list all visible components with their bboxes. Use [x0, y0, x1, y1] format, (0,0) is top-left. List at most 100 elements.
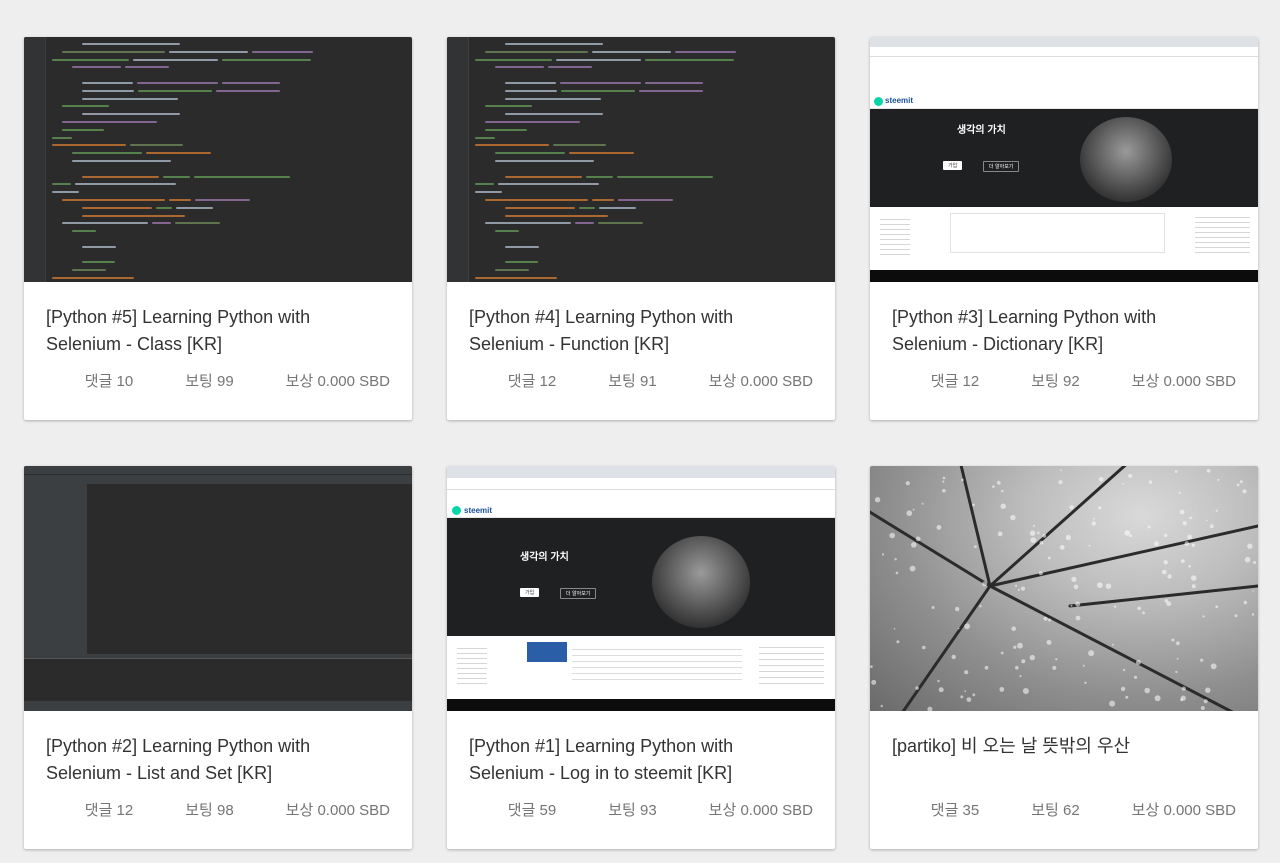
steemit-logo-icon	[874, 97, 883, 106]
rain-drop	[1093, 517, 1095, 520]
comment-count: 댓글 12	[930, 373, 980, 390]
steemit-logo-icon	[452, 506, 461, 515]
rain-drop	[1109, 700, 1116, 707]
post-card[interactable]: steemit 생각의 가치 가입 더 알아보기 [Python #3] Lea…	[870, 37, 1258, 420]
code-line	[618, 199, 673, 201]
post-thumbnail[interactable]	[447, 37, 835, 282]
rain-drop	[1252, 590, 1254, 592]
code-line	[62, 50, 165, 53]
code-line	[505, 43, 603, 45]
vote-count: 보팅 91	[608, 373, 657, 390]
rain-drop	[1200, 658, 1204, 662]
reward-amount: 보상 0.000 SBD	[708, 802, 813, 819]
code-line	[485, 121, 580, 123]
rain-drop	[894, 558, 897, 561]
umbrella-rib	[959, 466, 992, 588]
post-title[interactable]: [Python #4] Learning Python with Seleniu…	[447, 282, 835, 370]
rain-drop	[1244, 556, 1251, 563]
post-card[interactable]: [Python #2] Learning Python with Seleniu…	[24, 466, 412, 849]
rain-drop	[1176, 641, 1180, 646]
rain-drop	[1135, 659, 1141, 665]
rain-drop	[1039, 540, 1044, 545]
rain-drop	[1059, 545, 1065, 550]
rain-drop	[906, 510, 913, 516]
rain-drop	[972, 693, 976, 697]
code-line	[62, 105, 109, 108]
code-line	[475, 191, 502, 194]
post-card[interactable]: [Python #4] Learning Python with Seleniu…	[447, 37, 835, 420]
rain-drop	[1174, 470, 1178, 473]
rain-drop	[1096, 582, 1103, 588]
code-line	[553, 144, 606, 147]
post-stats: 댓글 12 보팅 91 보상 0.000 SBD	[447, 370, 835, 420]
rain-drop	[1239, 480, 1243, 484]
code-line	[485, 128, 527, 131]
steemit-logo-text: steemit	[464, 506, 493, 515]
steemit-feed	[447, 636, 835, 699]
code-line	[495, 230, 519, 233]
code-line	[82, 82, 133, 84]
rain-drop	[1122, 482, 1124, 485]
post-thumbnail[interactable]	[24, 466, 412, 711]
post-thumbnail[interactable]	[870, 466, 1258, 711]
rain-drop	[1048, 618, 1052, 622]
rain-drop	[927, 706, 933, 711]
rain-drop	[1176, 657, 1179, 660]
rain-drop	[1060, 469, 1062, 472]
browser-tabbar	[447, 466, 835, 478]
rain-drop	[1029, 654, 1035, 661]
code-line	[72, 230, 96, 233]
code-line	[505, 261, 538, 264]
rain-drop	[1120, 686, 1126, 692]
steemit-navbar: steemit	[870, 93, 1258, 109]
post-stats: 댓글 59 보팅 93 보상 0.000 SBD	[447, 799, 835, 849]
ide-console	[24, 658, 412, 701]
post-card[interactable]: [Python #5] Learning Python with Seleniu…	[24, 37, 412, 420]
rain-drop	[1206, 469, 1211, 473]
post-thumbnail[interactable]: steemit 생각의 가치 가입 더 알아보기	[870, 37, 1258, 282]
rain-drop	[1163, 560, 1168, 565]
code-line	[82, 175, 159, 178]
code-line	[475, 183, 494, 186]
rain-drop	[909, 565, 916, 572]
post-title[interactable]: [Python #5] Learning Python with Seleniu…	[24, 282, 412, 370]
code-line	[485, 105, 532, 108]
code-line	[152, 222, 171, 225]
post-title[interactable]: [partiko] 비 오는 날 뜻밖의 우산	[870, 711, 1258, 799]
code-line	[52, 183, 71, 186]
rain-drop	[1071, 576, 1077, 582]
post-title[interactable]: [Python #1] Learning Python with Seleniu…	[447, 711, 835, 799]
code-line	[569, 152, 634, 155]
rain-drop	[871, 679, 877, 685]
code-line	[505, 214, 608, 217]
post-thumbnail[interactable]: steemit 생각의 가치 가입 더 알아보기	[447, 466, 835, 711]
rain-drop	[1206, 519, 1208, 522]
reward-amount: 보상 0.000 SBD	[708, 373, 813, 390]
rain-drop	[1017, 588, 1020, 591]
code-line	[475, 58, 552, 61]
post-card[interactable]: [partiko] 비 오는 날 뜻밖의 우산 댓글 35 보팅 62 보상 0…	[870, 466, 1258, 849]
code-line	[505, 97, 601, 100]
code-gutter	[447, 37, 469, 282]
code-line	[72, 152, 142, 155]
steemit-hero: 생각의 가치 가입 더 알아보기	[447, 518, 835, 636]
rain-drop	[1084, 681, 1087, 684]
code-line	[52, 58, 129, 61]
rain-drop	[1015, 665, 1019, 670]
code-line	[505, 175, 582, 178]
rain-drop	[1001, 489, 1004, 493]
code-line	[485, 199, 588, 201]
reward-amount: 보상 0.000 SBD	[285, 373, 390, 390]
umbrella-rib	[1068, 584, 1258, 608]
post-title[interactable]: [Python #2] Learning Python with Seleniu…	[24, 711, 412, 799]
post-title[interactable]: [Python #3] Learning Python with Seleniu…	[870, 282, 1258, 370]
rain-drop	[1210, 663, 1217, 670]
code-line	[216, 89, 280, 92]
rain-drop	[972, 503, 975, 507]
post-card[interactable]: steemit 생각의 가치 가입 더 알아보기 [Python #1] Lea…	[447, 466, 835, 849]
post-stats: 댓글 10 보팅 99 보상 0.000 SBD	[24, 370, 412, 420]
rain-drop	[955, 606, 960, 612]
post-thumbnail[interactable]	[24, 37, 412, 282]
rain-drop	[1010, 514, 1016, 521]
code-line	[505, 89, 557, 92]
